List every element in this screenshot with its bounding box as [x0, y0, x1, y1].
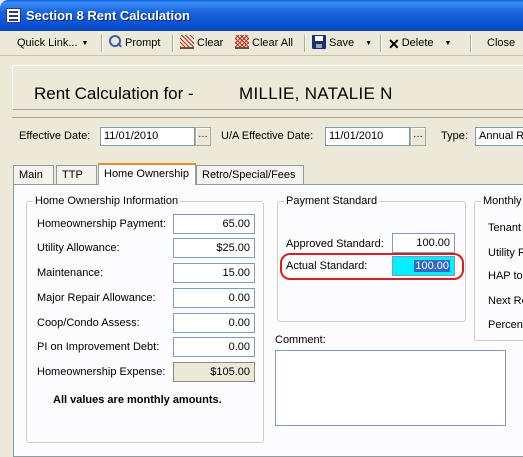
comment-textarea[interactable] [275, 350, 506, 426]
clear-icon [180, 35, 194, 49]
ua-effective-date-picker-button[interactable]: … [410, 127, 426, 146]
major-repair-allowance-input[interactable]: 0.00 [173, 288, 255, 308]
magnifier-icon [108, 35, 122, 49]
major-repair-allowance-label: Major Repair Allowance: [37, 292, 156, 304]
monthly-percent-label: Percent [488, 319, 523, 331]
pi-improvement-debt-label: PI on Improvement Debt: [37, 341, 160, 353]
dates-row: Effective Date: 11/01/2010 … U/A Effecti… [12, 117, 523, 152]
close-label: Close [487, 37, 516, 49]
prompt-button[interactable]: Prompt [108, 35, 160, 52]
homeownership-expense-value: $105.00 [173, 362, 255, 382]
pi-improvement-debt-input[interactable]: 0.00 [173, 337, 255, 357]
homeownership-payment-label: Homeownership Payment: [37, 218, 167, 230]
ua-effective-date-field[interactable]: 11/01/2010 [325, 127, 410, 146]
toolbar-separator [470, 35, 472, 52]
tab-ttp[interactable]: TTP [56, 165, 97, 184]
comment-label: Comment: [275, 334, 326, 346]
effective-date-label: Effective Date: [19, 130, 91, 142]
toolbar-separator [304, 35, 306, 52]
actual-standard-selected-text: 100.00 [414, 260, 450, 272]
homeownership-payment-input[interactable]: 65.00 [173, 214, 255, 234]
delete-label: Delete [401, 37, 434, 49]
quick-link-label: Quick Link... [17, 37, 78, 49]
window-title: Section 8 Rent Calculation [26, 8, 190, 23]
floppy-disk-icon [312, 35, 326, 49]
rent-calculation-label: Rent Calculation for - [34, 84, 194, 103]
chevron-down-icon: ▼ [444, 40, 452, 47]
clear-all-icon [235, 35, 249, 49]
approved-standard-label: Approved Standard: [286, 238, 384, 250]
payment-standard-group-title: Payment Standard [284, 195, 380, 207]
chevron-down-icon: ▼ [365, 40, 373, 47]
clear-all-button[interactable]: Clear All [235, 35, 293, 52]
actual-standard-input[interactable]: 100.00 [392, 256, 455, 276]
tenant-name: MILLIE, NATALIE N [239, 84, 393, 103]
tab-retro-special-fees[interactable]: Retro/Special/Fees [196, 165, 304, 184]
delete-x-icon: ✕ [388, 36, 400, 52]
chevron-down-icon: ▼ [81, 40, 89, 47]
header-band: Rent Calculation for - MILLIE, NATALIE N [12, 65, 523, 110]
title-bar[interactable]: Section 8 Rent Calculation [0, 0, 523, 31]
toolbar-separator [172, 35, 174, 52]
effective-date-field[interactable]: 11/01/2010 [100, 127, 195, 146]
maintenance-label: Maintenance: [37, 267, 104, 279]
maintenance-input[interactable]: 15.00 [173, 263, 255, 283]
clear-label: Clear [197, 37, 224, 49]
type-select[interactable]: Annual Re [475, 127, 523, 146]
monthly-next-label: Next Re [488, 295, 523, 307]
save-button[interactable]: Save ▼ [312, 35, 372, 52]
coop-condo-assess-input[interactable]: 0.00 [173, 313, 255, 333]
clear-button[interactable]: Clear [180, 35, 223, 52]
tab-main[interactable]: Main [13, 165, 54, 184]
toolbar: Quick Link... ▼ Prompt Clear Clear All Sa… [0, 31, 523, 56]
monthly-group: Monthly Tenant Utility R HAP to Next Re … [474, 195, 523, 341]
actual-standard-label: Actual Standard: [286, 260, 368, 272]
close-button[interactable]: Close [487, 35, 515, 52]
home-ownership-group-title: Home Ownership Information [33, 195, 181, 207]
ua-effective-date-label: U/A Effective Date: [221, 130, 314, 142]
save-label: Save [329, 37, 355, 49]
content-area: Rent Calculation for - MILLIE, NATALIE N… [0, 57, 523, 457]
type-label: Type: [441, 130, 468, 142]
app-document-icon [6, 8, 21, 23]
home-ownership-group: Home Ownership Information Homeownership… [26, 195, 264, 443]
effective-date-picker-button[interactable]: … [195, 127, 211, 146]
delete-button[interactable]: ✕ Delete ▼ [388, 35, 451, 52]
monthly-tenant-label: Tenant [488, 222, 522, 234]
quick-link-button[interactable]: Quick Link... ▼ [17, 35, 88, 52]
payment-standard-group: Payment Standard Approved Standard: 100.… [277, 195, 466, 322]
monthly-amounts-note: All values are monthly amounts. [53, 394, 222, 406]
utility-allowance-label: Utility Allowance: [37, 242, 120, 254]
home-ownership-panel: Home Ownership Information Homeownership… [13, 184, 523, 457]
utility-allowance-input[interactable]: $25.00 [173, 238, 255, 258]
clear-all-label: Clear All [252, 37, 293, 49]
prompt-label: Prompt [125, 37, 161, 49]
monthly-group-title: Monthly [481, 195, 523, 207]
monthly-utility-label: Utility R [488, 247, 523, 259]
tab-home-ownership[interactable]: Home Ownership [98, 163, 196, 185]
homeownership-expense-label: Homeownership Expense: [37, 366, 166, 378]
toolbar-separator [380, 35, 382, 52]
monthly-hap-label: HAP to [488, 270, 523, 282]
approved-standard-input[interactable]: 100.00 [392, 233, 455, 253]
toolbar-separator [101, 35, 103, 52]
rent-calculation-window: Section 8 Rent Calculation Quick Link...… [0, 0, 523, 457]
coop-condo-assess-label: Coop/Condo Assess: [37, 317, 140, 329]
